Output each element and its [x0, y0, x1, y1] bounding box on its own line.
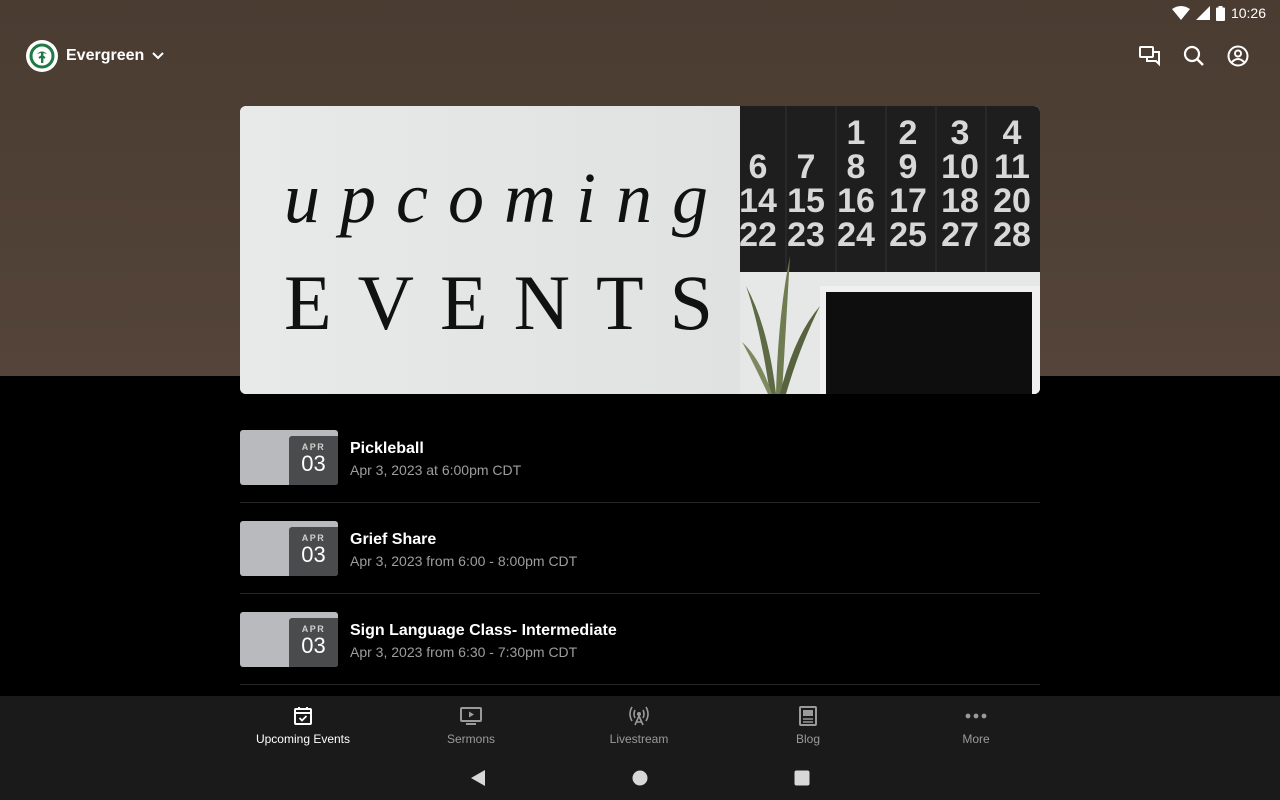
event-title: Sign Language Class- Intermediate [350, 622, 617, 639]
back-icon[interactable] [466, 766, 490, 790]
event-time: Apr 3, 2023 at 6:00pm CDT [350, 462, 522, 478]
org-name: Evergreen [66, 47, 145, 64]
event-thumbnail: APR 03 [240, 521, 338, 576]
calendar-day-number: 24 [837, 216, 875, 254]
event-title: Pickleball [350, 440, 424, 457]
banner-script-text: upcoming [284, 158, 728, 238]
battery-icon [1215, 5, 1225, 21]
monitor-graphic [820, 286, 1040, 394]
calendar-day-number: 11 [994, 148, 1030, 186]
calendar-day-number: 10 [941, 148, 979, 186]
org-switcher[interactable]: Evergreen [26, 40, 164, 72]
date-badge: APR 03 [289, 527, 338, 576]
banner-caps-text: EVENTS [284, 259, 739, 346]
event-time: Apr 3, 2023 from 6:30 - 7:30pm CDT [350, 644, 578, 660]
calendar-check-icon [219, 705, 387, 727]
calendar-day-number: 8 [847, 148, 866, 186]
broadcast-icon [555, 705, 723, 727]
status-time: 10:26 [1230, 5, 1266, 21]
article-icon [724, 705, 892, 727]
event-thumbnail: APR 03 [240, 612, 338, 667]
chevron-down-icon [152, 52, 164, 60]
tab-label: Livestream [609, 732, 669, 746]
calendar-day-number: 6 [749, 148, 768, 186]
tab-label: Sermons [446, 732, 496, 746]
tab-upcoming-events[interactable]: Upcoming Events [219, 696, 387, 756]
tab-label: Upcoming Events [255, 732, 351, 746]
banner-photo-panel: 1234678910111314151617182021222324252728 [740, 106, 1040, 394]
calendar-day-number: 9 [899, 148, 918, 186]
plant-graphic [742, 256, 820, 394]
search-icon[interactable] [1182, 44, 1206, 68]
events-list: APR 03 Pickleball Apr 3, 2023 at 6:00pm … [240, 412, 1040, 685]
date-day: 03 [301, 451, 326, 476]
chat-icon[interactable] [1138, 44, 1162, 68]
event-time: Apr 3, 2023 from 6:00 - 8:00pm CDT [350, 553, 578, 569]
system-navigation-bar [0, 756, 1280, 800]
date-badge: APR 03 [289, 436, 338, 485]
event-title: Grief Share [350, 531, 437, 548]
bottom-navigation: Upcoming Events Sermons Livestream Blog … [0, 696, 1280, 756]
date-day: 03 [301, 542, 326, 567]
list-item[interactable]: APR 03 Sign Language Class- Intermediate… [240, 594, 1040, 685]
calendar-day-number: 16 [837, 182, 875, 220]
date-day: 03 [301, 633, 326, 658]
tab-more[interactable]: More [892, 696, 1060, 756]
calendar-day-number: 28 [993, 216, 1031, 254]
wifi-icon [1171, 6, 1190, 20]
calendar-day-number: 3 [951, 114, 970, 152]
list-item[interactable]: APR 03 Grief Share Apr 3, 2023 from 6:00… [240, 503, 1040, 594]
calendar-day-number: 4 [1003, 114, 1022, 152]
tab-livestream[interactable]: Livestream [555, 696, 723, 756]
calendar-day-number: 2 [899, 114, 918, 152]
status-bar: 10:26 [1171, 4, 1266, 22]
calendar-day-number: 17 [889, 182, 927, 220]
events-banner-image: upcoming EVENTS 123467891011131415161718… [240, 106, 1040, 394]
calendar-day-number: 25 [889, 216, 927, 254]
calendar-day-number: 27 [941, 216, 979, 254]
calendar-day-number: 18 [941, 182, 979, 220]
tab-sermons[interactable]: Sermons [387, 696, 555, 756]
tab-label: More [962, 732, 990, 746]
event-thumbnail: APR 03 [240, 430, 338, 485]
app-actions [1138, 44, 1250, 68]
calendar-day-number: 15 [787, 182, 825, 220]
calendar-day-number: 14 [740, 182, 777, 220]
home-icon[interactable] [628, 766, 652, 790]
calendar-day-number: 1 [847, 114, 866, 152]
calendar-day-number: 20 [993, 182, 1031, 220]
account-icon[interactable] [1226, 44, 1250, 68]
more-horizontal-icon [892, 705, 1060, 727]
recents-icon[interactable] [790, 766, 814, 790]
tab-blog[interactable]: Blog [724, 696, 892, 756]
calendar-day-number: 7 [797, 148, 816, 186]
org-logo [26, 40, 58, 72]
tab-label: Blog [795, 732, 821, 746]
list-item[interactable]: APR 03 Pickleball Apr 3, 2023 at 6:00pm … [240, 412, 1040, 503]
banner-text-panel: upcoming EVENTS [240, 106, 740, 394]
signal-icon [1195, 6, 1210, 20]
date-badge: APR 03 [289, 618, 338, 667]
play-screen-icon [387, 705, 555, 727]
